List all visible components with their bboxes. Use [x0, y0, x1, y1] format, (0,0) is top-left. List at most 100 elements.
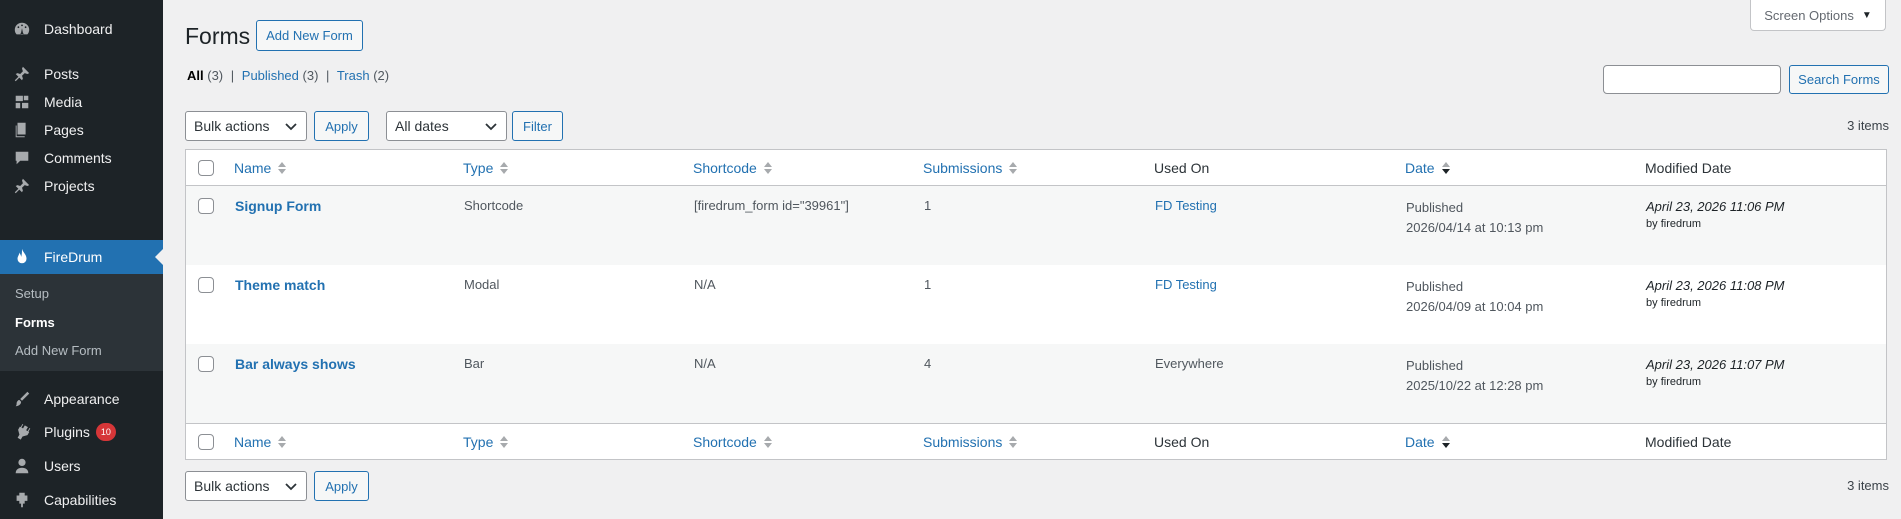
chevron-down-icon [485, 123, 497, 131]
apply-button[interactable]: Apply [314, 111, 369, 141]
column-date[interactable]: Date [1405, 434, 1451, 450]
sort-icon [278, 162, 287, 174]
select-all-checkbox[interactable] [198, 160, 214, 176]
modified-by-user: firedrum [1660, 297, 1702, 309]
view-all-count: (3) [207, 68, 224, 83]
bulk-actions-select[interactable]: Bulk actions [185, 111, 307, 141]
update-count-badge: 10 [95, 423, 116, 441]
menu-projects[interactable]: Projects [0, 169, 163, 203]
table-row: Signup Form Shortcode [firedrum_form id=… [186, 186, 1886, 265]
modified-by-label: by [1646, 218, 1658, 230]
column-type[interactable]: Type [463, 434, 509, 450]
column-date[interactable]: Date [1405, 160, 1451, 176]
modified-date: April 23, 2026 11:06 PM [1646, 199, 1785, 214]
column-used-on: Used On [1154, 434, 1209, 450]
submenu-setup[interactable]: Setup [15, 286, 49, 301]
add-new-form-button[interactable]: Add New Form [256, 20, 363, 51]
used-on-link[interactable]: FD Testing [1155, 277, 1217, 292]
menu-appearance[interactable]: Appearance [0, 382, 163, 416]
menu-label: Plugins [44, 424, 90, 440]
column-modified: Modified Date [1645, 434, 1731, 450]
row-checkbox[interactable] [198, 277, 214, 293]
menu-firedrum[interactable]: FireDrum [0, 240, 163, 274]
dashboard-icon [12, 19, 32, 39]
column-submissions[interactable]: Submissions [923, 160, 1018, 176]
row-checkbox[interactable] [198, 198, 214, 214]
column-name[interactable]: Name [234, 160, 287, 176]
apply-button-bottom[interactable]: Apply [314, 471, 369, 501]
form-title-link[interactable]: Bar always shows [235, 356, 356, 372]
form-title-link[interactable]: Signup Form [235, 198, 321, 214]
column-label: Date [1405, 160, 1435, 176]
menu-label: Appearance [44, 391, 120, 407]
media-icon [12, 92, 32, 112]
forms-table: Name Type Shortcode Submissions Used On … [185, 149, 1887, 460]
search-forms-button[interactable]: Search Forms [1789, 65, 1889, 94]
table-footer: Name Type Shortcode Submissions Used On … [186, 423, 1886, 459]
sort-icon [1009, 436, 1018, 448]
column-label: Used On [1154, 434, 1210, 450]
menu-dashboard[interactable]: Dashboard [0, 12, 163, 46]
form-status: Published [1406, 279, 1464, 294]
column-name[interactable]: Name [234, 434, 287, 450]
bulk-actions-value: Bulk actions [194, 478, 270, 494]
modified-by-user: firedrum [1660, 376, 1702, 388]
admin-sidebar: Dashboard Posts Media Pages Comments Pro… [0, 0, 163, 519]
view-trash-link[interactable]: Trash [337, 68, 370, 83]
screen-options-label: Screen Options [1764, 7, 1854, 23]
modified-by-user: firedrum [1660, 218, 1702, 230]
form-modified: April 23, 2026 11:06 PM by firedrum [1646, 199, 1785, 230]
menu-plugins[interactable]: Plugins 10 [0, 415, 163, 449]
menu-capabilities[interactable]: Capabilities [0, 483, 163, 517]
dates-select[interactable]: All dates [386, 111, 507, 141]
select-all-checkbox[interactable] [198, 434, 214, 450]
view-published-link[interactable]: Published [242, 68, 299, 83]
search-input[interactable] [1603, 65, 1781, 94]
page-title: Forms [185, 23, 251, 49]
column-label: Shortcode [693, 160, 757, 176]
submenu-forms[interactable]: Forms [15, 315, 55, 330]
menu-label: Capabilities [44, 492, 117, 508]
filter-button[interactable]: Filter [512, 111, 563, 141]
menu-users[interactable]: Users [0, 449, 163, 483]
bulk-actions-select-bottom[interactable]: Bulk actions [185, 471, 307, 501]
column-label: Used On [1154, 160, 1210, 176]
pin-icon [12, 64, 32, 84]
modified-by: by firedrum [1646, 376, 1785, 388]
table-row: Bar always shows Bar N/A 4 Everywhere Pu… [186, 344, 1886, 423]
view-separator: | [230, 68, 235, 83]
column-label: Name [234, 434, 272, 450]
used-on-text: Everywhere [1155, 356, 1224, 371]
form-title-link[interactable]: Theme match [235, 277, 325, 293]
column-shortcode[interactable]: Shortcode [693, 160, 773, 176]
view-all-link[interactable]: All [187, 68, 204, 83]
column-type[interactable]: Type [463, 160, 509, 176]
column-label: Submissions [923, 160, 1003, 176]
column-submissions[interactable]: Submissions [923, 434, 1018, 450]
row-checkbox[interactable] [198, 356, 214, 372]
column-label: Submissions [923, 434, 1003, 450]
column-label: Modified Date [1645, 160, 1732, 176]
main-content: Screen Options ▼ Forms Add New Form All … [163, 0, 1901, 519]
sort-icon [763, 436, 772, 448]
used-on-link[interactable]: FD Testing [1155, 198, 1217, 213]
pages-icon [12, 120, 32, 140]
menu-label: Projects [44, 178, 95, 194]
sort-desc-icon [1441, 436, 1450, 448]
flame-icon [12, 247, 32, 267]
sort-icon [763, 162, 772, 174]
form-date: Published 2025/10/22 at 12:28 pm [1406, 356, 1543, 396]
column-label: Type [463, 434, 494, 450]
column-shortcode[interactable]: Shortcode [693, 434, 773, 450]
view-filters: All (3) | Published (3) | Trash (2) [187, 68, 389, 83]
table-row: Theme match Modal N/A 1 FD Testing Publi… [186, 265, 1886, 344]
form-shortcode: N/A [694, 277, 716, 292]
menu-label: Users [44, 458, 81, 474]
menu-label: FireDrum [44, 249, 103, 265]
capabilities-icon [12, 490, 32, 510]
submenu-add-new-form[interactable]: Add New Form [15, 343, 102, 358]
table-header: Name Type Shortcode Submissions Used On … [186, 150, 1886, 186]
plugin-icon [12, 422, 32, 442]
screen-options-button[interactable]: Screen Options ▼ [1750, 0, 1886, 31]
form-published-date: 2025/10/22 at 12:28 pm [1406, 378, 1544, 393]
